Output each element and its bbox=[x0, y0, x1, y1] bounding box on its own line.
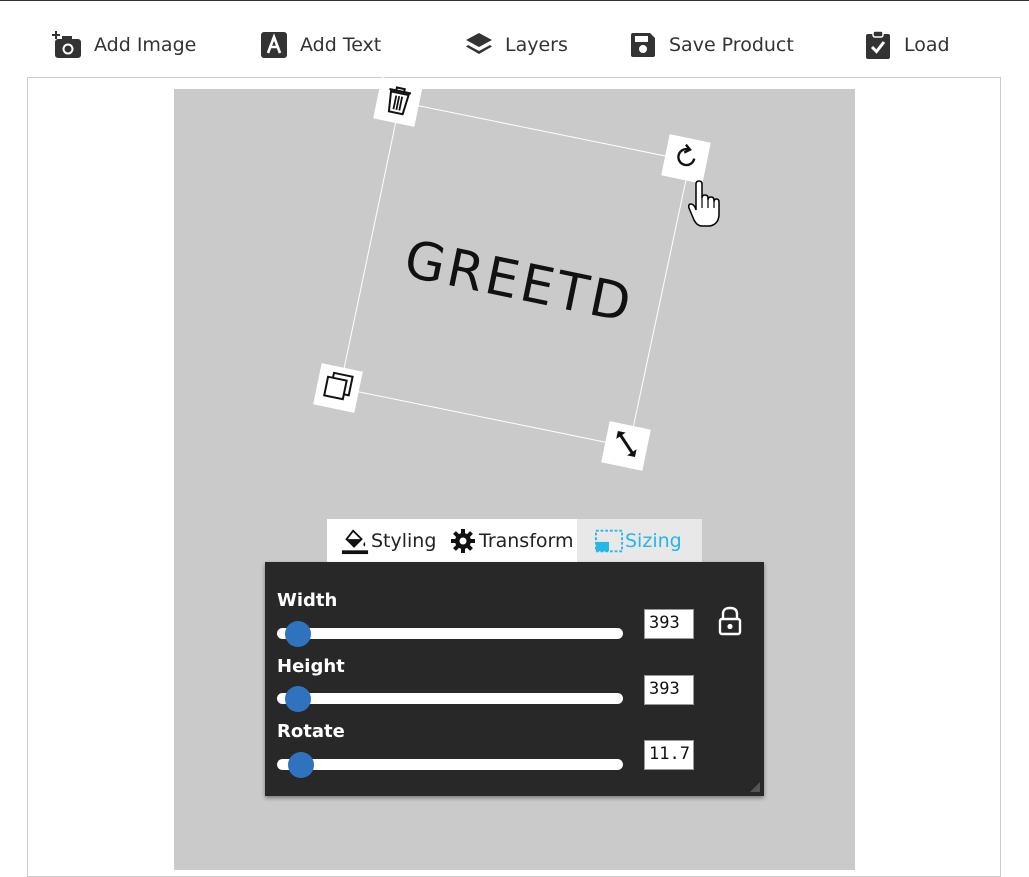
gear-icon bbox=[449, 527, 477, 555]
rotate-slider-thumb[interactable] bbox=[288, 752, 315, 778]
width-label: Width bbox=[277, 590, 338, 611]
resize-icon bbox=[608, 426, 644, 465]
tab-styling-label: Styling bbox=[371, 529, 437, 552]
tab-sizing-label: Sizing bbox=[625, 529, 682, 552]
height-slider-thumb[interactable] bbox=[284, 686, 311, 712]
panel-resize-grip-icon[interactable] bbox=[750, 782, 760, 792]
hand-cursor-icon bbox=[688, 180, 720, 227]
editor-tabs: Styling Transform Sizing bbox=[327, 519, 702, 562]
delete-handle[interactable] bbox=[373, 77, 423, 127]
trash-icon bbox=[382, 83, 414, 122]
resize-handle[interactable] bbox=[601, 421, 651, 471]
duplicate-icon bbox=[320, 368, 356, 407]
rotate-icon bbox=[669, 140, 703, 177]
width-input[interactable]: 393 bbox=[644, 609, 694, 639]
paint-bucket-icon bbox=[341, 527, 369, 555]
width-slider-thumb[interactable] bbox=[284, 621, 311, 647]
rotate-handle[interactable] bbox=[661, 134, 711, 184]
rotate-input[interactable]: 11.7: bbox=[644, 740, 694, 770]
width-slider[interactable] bbox=[277, 621, 623, 647]
height-slider[interactable] bbox=[277, 686, 623, 712]
duplicate-handle[interactable] bbox=[313, 363, 363, 413]
rotate-slider[interactable] bbox=[277, 752, 623, 778]
rotate-label: Rotate bbox=[277, 721, 345, 742]
height-label: Height bbox=[277, 656, 345, 677]
resize-frame-icon bbox=[595, 527, 623, 555]
tab-styling[interactable]: Styling bbox=[327, 519, 449, 562]
tab-sizing[interactable]: Sizing bbox=[577, 519, 702, 562]
tab-transform-label: Transform bbox=[479, 529, 574, 552]
lock-icon[interactable] bbox=[718, 606, 742, 636]
tab-transform[interactable]: Transform bbox=[449, 519, 577, 562]
sizing-panel: Width 393 Height 393 Rotate 11.7: bbox=[265, 562, 764, 796]
height-input[interactable]: 393 bbox=[644, 675, 694, 705]
